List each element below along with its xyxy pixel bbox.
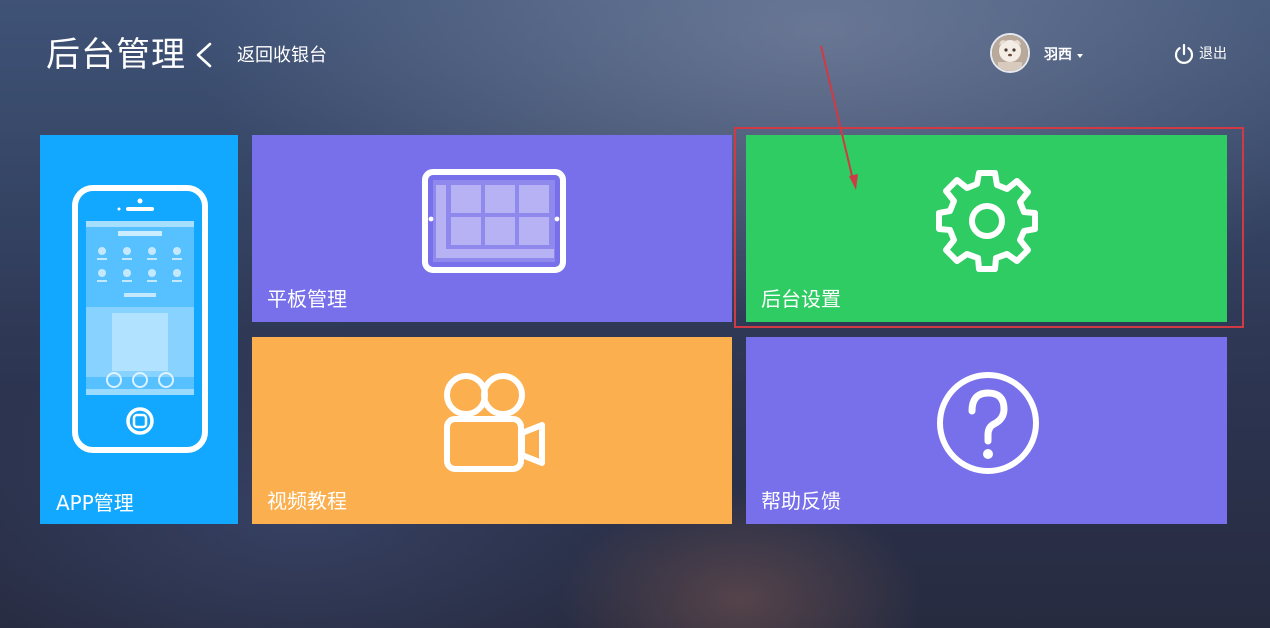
avatar-image — [992, 35, 1028, 71]
gear-icon — [936, 170, 1038, 272]
user-avatar[interactable] — [990, 33, 1030, 73]
tile-video-tutorials[interactable]: 视频教程 — [252, 337, 732, 524]
caret-down-icon[interactable] — [1077, 54, 1083, 58]
tile-tablet-management[interactable]: 平板管理 — [252, 135, 732, 322]
tile-label: 平板管理 — [267, 287, 347, 311]
tile-app-management[interactable]: APP管理 — [40, 135, 238, 524]
tile-backend-settings[interactable]: 后台设置 — [746, 135, 1227, 322]
power-icon[interactable] — [1173, 43, 1195, 65]
top-bar: 后台管理 返回收银台 羽西 退出 — [0, 0, 1270, 110]
tile-label: APP管理 — [56, 491, 134, 515]
back-to-cashier-link[interactable]: 返回收银台 — [237, 43, 327, 69]
tile-label: 帮助反馈 — [761, 489, 841, 513]
logout-button[interactable]: 退出 — [1199, 44, 1227, 64]
tile-label: 视频教程 — [267, 489, 347, 513]
user-name[interactable]: 羽西 — [1044, 45, 1072, 65]
phone-icon — [72, 185, 208, 453]
tablet-icon — [422, 169, 566, 273]
page-title: 后台管理 — [46, 35, 186, 75]
tile-help-feedback[interactable]: 帮助反馈 — [746, 337, 1227, 524]
tile-label: 后台设置 — [761, 287, 841, 311]
question-icon — [937, 372, 1039, 474]
back-chevron-icon[interactable] — [192, 38, 216, 72]
video-camera-icon — [444, 373, 545, 472]
